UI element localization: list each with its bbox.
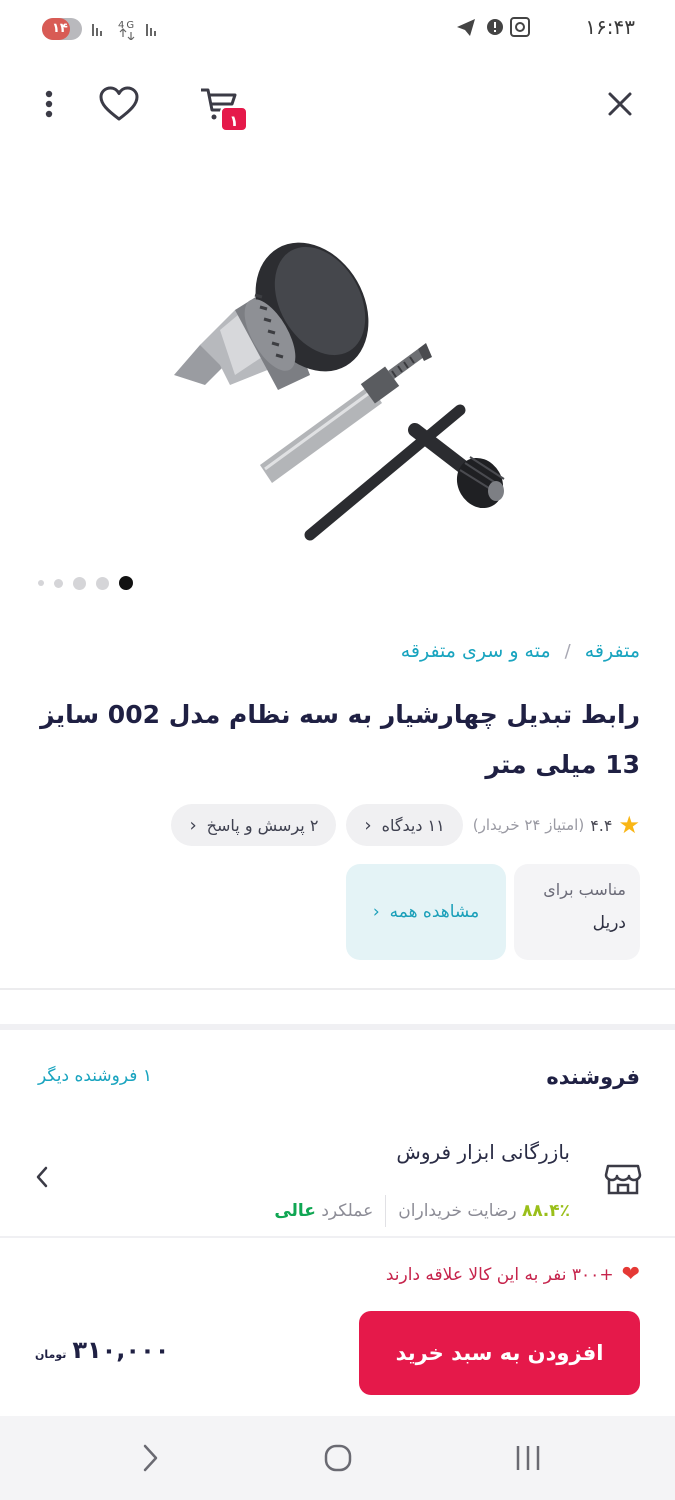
chevron-left-icon: ‹: [189, 814, 197, 836]
see-all-button[interactable]: مشاهده همه ‹: [346, 864, 506, 960]
breadcrumb: متفرقه / مته و سری متفرقه: [401, 640, 640, 662]
performance-value: عالی: [274, 1201, 316, 1221]
price-amount: ۳۱۰,۰۰۰: [72, 1336, 170, 1364]
notification-count-pill: ۱۴: [42, 18, 82, 40]
network-type: 4G: [118, 20, 136, 31]
notification-count: ۱۴: [52, 21, 68, 36]
see-all-label: مشاهده همه: [389, 902, 480, 922]
qa-chip-label: ۲ پرسش و پاسخ: [206, 815, 319, 835]
suitable-for-card[interactable]: مناسب برای دریل: [514, 864, 640, 960]
satisfaction-label: رضایت خریداران: [398, 1201, 517, 1221]
price-currency: تومان: [35, 1348, 67, 1361]
stats-divider: [385, 1195, 387, 1227]
more-vertical-icon: [45, 90, 53, 118]
home-nav-button[interactable]: [318, 1442, 358, 1474]
section-divider: [0, 1024, 675, 1030]
close-button[interactable]: [596, 80, 644, 128]
breadcrumb-item[interactable]: مته و سری متفرقه: [401, 640, 551, 662]
gallery-pagination: [38, 575, 133, 591]
suitable-for-value: دریل: [592, 913, 626, 933]
cart-count-badge: ۱: [220, 106, 248, 132]
heart-icon: ❤: [621, 1262, 640, 1287]
breadcrumb-separator: /: [564, 640, 571, 662]
chevron-left-icon: ‹: [364, 814, 372, 836]
status-bar: ۱۴ 4G ۱۶:۴۳: [0, 0, 675, 58]
store-icon: [604, 1164, 642, 1195]
chevron-right-icon: [143, 1444, 158, 1472]
system-nav-bar: [0, 1416, 675, 1500]
rating-count: (امتیاز ۲۴ خریدار): [472, 816, 585, 834]
signal-strength-icon: 4G: [92, 20, 156, 41]
qa-chip[interactable]: ۲ پرسش و پاسخ ‹: [171, 804, 337, 846]
rating-value: ۴.۴: [590, 815, 613, 835]
close-icon: [608, 92, 632, 116]
price: ۳۱۰,۰۰۰ تومان: [35, 1336, 169, 1364]
seller-name[interactable]: بازرگانی ابزار فروش: [396, 1140, 570, 1164]
back-nav-button[interactable]: [130, 1442, 170, 1474]
rating-row: ★ ۴.۴ (امتیاز ۲۴ خریدار) ۱۱ دیدگاه ‹ ۲ پ…: [171, 804, 640, 846]
drill-chuck-image: [174, 242, 505, 541]
gallery-dot[interactable]: [73, 576, 86, 590]
suitable-for-label: مناسب برای: [543, 880, 626, 899]
seller-section-title: فروشنده: [546, 1065, 640, 1089]
gallery-dot-active[interactable]: [119, 576, 133, 590]
gallery-dot[interactable]: [54, 578, 63, 588]
divider: [0, 1236, 675, 1238]
reviews-chip[interactable]: ۱۱ دیدگاه ‹: [346, 804, 463, 846]
other-sellers-link[interactable]: ۱ فروشنده دیگر: [38, 1066, 152, 1086]
heart-icon: [99, 86, 139, 121]
status-icons: [457, 17, 530, 37]
performance-label: عملکرد: [321, 1201, 374, 1221]
star-icon: ★: [618, 811, 640, 839]
seller-stats: ۸۸.۴٪ رضایت خریداران عملکرد عالی: [274, 1195, 570, 1227]
interest-notice: ❤ +۳۰۰ نفر به این کالا علاقه دارند: [386, 1262, 640, 1287]
home-circle-icon: [324, 1444, 352, 1472]
rating: ★ ۴.۴ (امتیاز ۲۴ خریدار): [473, 811, 640, 839]
divider: [0, 988, 675, 990]
product-image[interactable]: [160, 225, 520, 555]
reviews-chip-label: ۱۱ دیدگاه: [381, 815, 445, 835]
wishlist-button[interactable]: [95, 80, 143, 128]
breadcrumb-item[interactable]: متفرقه: [585, 640, 640, 662]
satisfaction-value: ۸۸.۴٪: [522, 1201, 570, 1221]
recents-nav-button[interactable]: [508, 1442, 548, 1474]
recents-icon: [516, 1446, 540, 1470]
more-options-button[interactable]: [25, 80, 73, 128]
top-bar: [0, 70, 675, 140]
gallery-dot[interactable]: [96, 576, 109, 590]
product-title: رابط تبدیل چهارشیار به سه نظام مدل 002 س…: [40, 700, 640, 779]
add-to-cart-button[interactable]: افزودن به سبد خرید: [359, 1311, 640, 1395]
chevron-left-icon[interactable]: [30, 1162, 54, 1192]
clock: ۱۶:۴۳: [585, 15, 635, 39]
signal-icons: 4G: [90, 18, 170, 44]
interest-text: +۳۰۰ نفر به این کالا علاقه دارند: [385, 1264, 614, 1285]
gallery-dot[interactable]: [38, 580, 44, 586]
chevron-left-icon: ‹: [372, 902, 380, 922]
